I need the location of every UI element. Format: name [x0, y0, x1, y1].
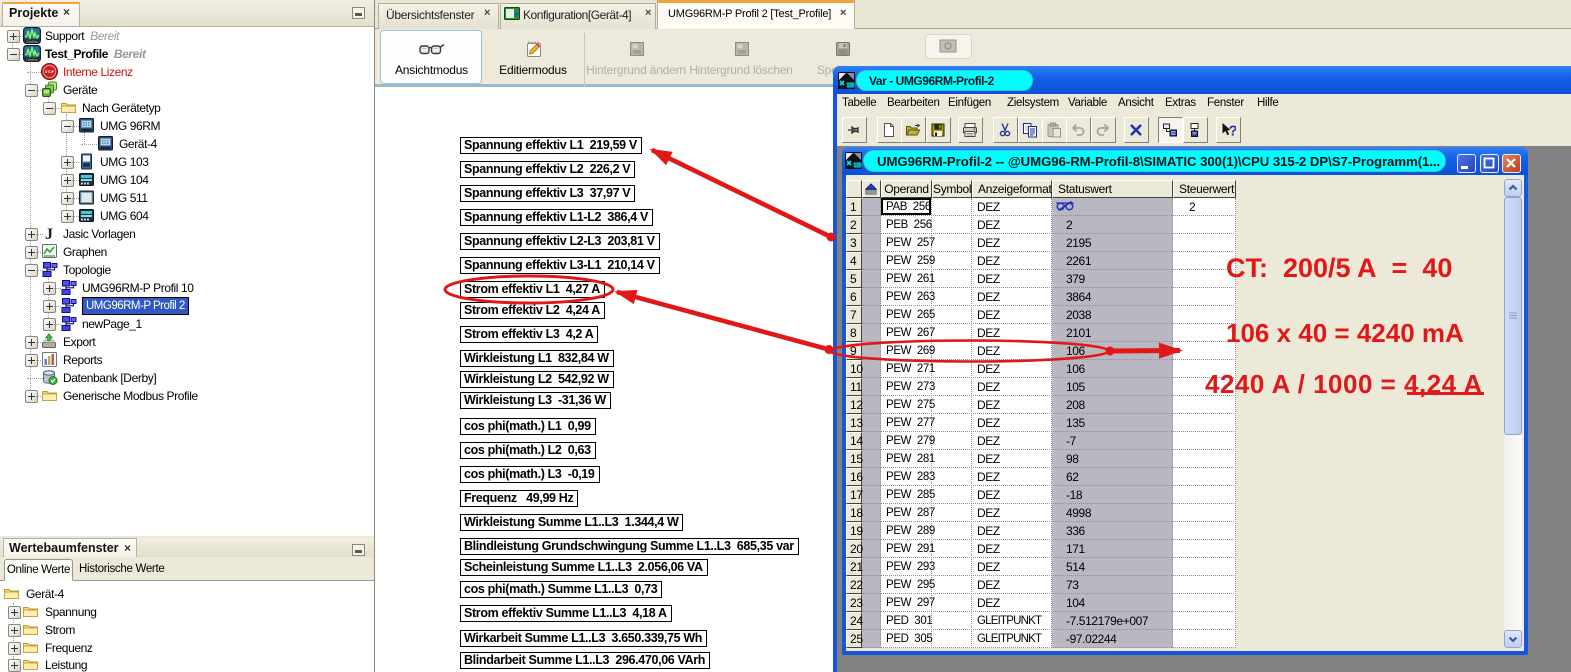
svg-text:J: J: [45, 226, 53, 242]
svg-text:S88: S88: [846, 83, 855, 89]
svg-text:GridVis: GridVis: [26, 40, 38, 44]
svg-text:S88: S88: [853, 163, 862, 169]
svg-text:STOP: STOP: [45, 70, 55, 74]
svg-text:?: ?: [1229, 123, 1237, 139]
svg-text:GridVis: GridVis: [26, 58, 38, 62]
